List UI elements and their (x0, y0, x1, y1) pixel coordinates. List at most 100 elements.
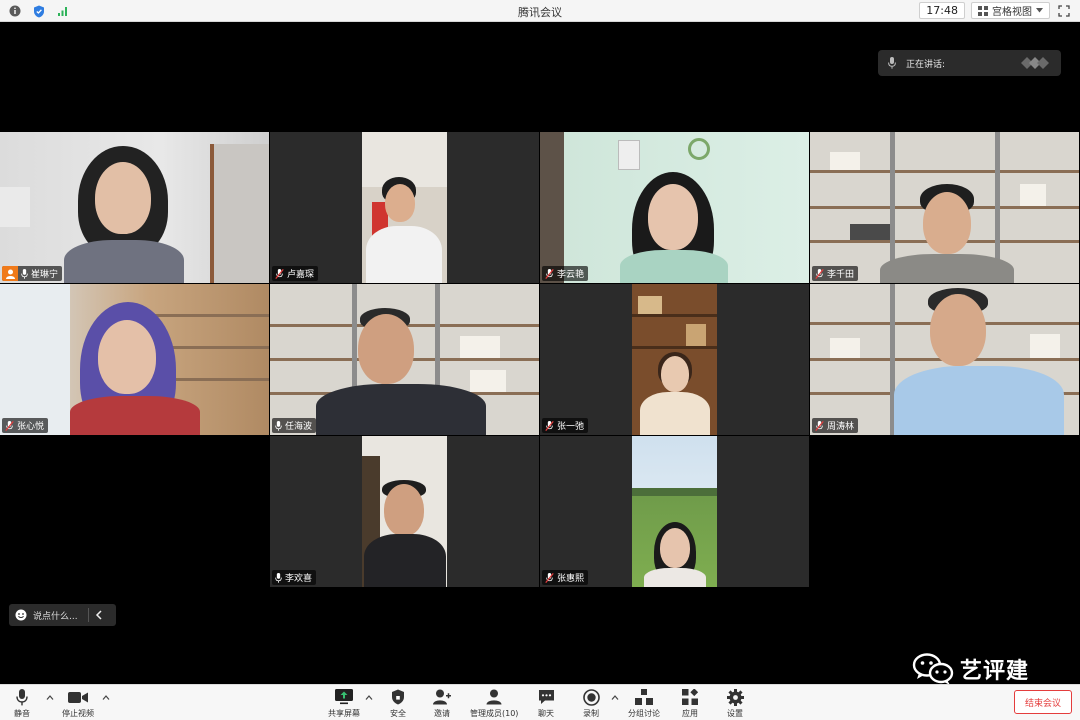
divider (87, 608, 89, 622)
record-icon (581, 688, 601, 706)
video-feed (540, 132, 809, 283)
security-button[interactable]: 安全 (388, 688, 408, 719)
chevron-left-icon[interactable] (95, 610, 103, 620)
apps-icon (680, 688, 700, 706)
meeting-toolbar: 静音 停止视频 共享屏幕 安全 邀请 管理成员(10) 聊天 录制 分组讨论 应… (0, 684, 1080, 720)
video-tile[interactable]: 崔琳宁 (0, 132, 269, 283)
chat-bubble-icon (536, 688, 556, 706)
microphone-icon (888, 57, 896, 69)
settings-label: 设置 (727, 709, 743, 718)
participant-name: 李千田 (827, 270, 855, 280)
mute-button[interactable]: 静音 (12, 688, 32, 719)
chevron-up-icon[interactable] (365, 693, 373, 701)
video-tile[interactable]: 张惠熙 (540, 436, 809, 587)
title-bar: 腾讯会议 17:48 宫格视图 (0, 0, 1080, 22)
video-feed (362, 436, 447, 587)
view-mode-label: 宫格视图 (992, 7, 1032, 18)
emoji-icon[interactable] (15, 609, 27, 621)
video-feed (0, 284, 269, 435)
participant-name-tag: 周涛林 (812, 418, 859, 433)
chevron-up-icon[interactable] (611, 693, 619, 701)
host-icon (2, 266, 18, 281)
microphone-icon (21, 268, 28, 279)
video-tile[interactable]: 李云艳 (540, 132, 809, 283)
view-mode-dropdown[interactable]: 宫格视图 (971, 2, 1050, 19)
wechat-watermark: 艺评建 (912, 652, 1029, 686)
microphone-muted-icon (5, 420, 14, 431)
security-label: 安全 (390, 709, 406, 718)
video-tile[interactable]: 李千田 (810, 132, 1079, 283)
participant-name-tag: 李千田 (812, 266, 859, 281)
microphone-muted-icon (815, 420, 824, 431)
share-screen-icon (334, 688, 354, 706)
microphone-muted-icon (545, 572, 554, 583)
breakout-rooms-button[interactable]: 分组讨论 (628, 688, 660, 719)
video-feed (810, 132, 1079, 283)
participant-name-tag: 任海波 (272, 418, 317, 433)
microphone-icon (275, 572, 282, 583)
microphone-icon (12, 688, 32, 706)
participant-name: 李欢喜 (285, 574, 313, 584)
add-user-icon (432, 688, 452, 706)
participant-name: 任海波 (285, 422, 313, 432)
record-button[interactable]: 录制 (581, 688, 601, 719)
video-camera-icon (68, 688, 88, 706)
video-feed (0, 132, 269, 283)
participant-name-tag: 张心悦 (2, 418, 49, 433)
shield-icon (388, 688, 408, 706)
grid-view-icon (978, 5, 988, 16)
participant-name: 卢嘉琛 (287, 270, 315, 280)
members-icon (484, 688, 504, 706)
video-tile[interactable]: 张一弛 (540, 284, 809, 435)
participant-name: 崔琳宁 (31, 270, 59, 280)
video-tile[interactable]: 卢嘉琛 (270, 132, 539, 283)
fullscreen-icon[interactable] (1056, 3, 1072, 19)
video-tile[interactable]: 任海波 (270, 284, 539, 435)
chat-input-pill[interactable]: 说点什么... (9, 604, 116, 626)
participant-name-tag: 李云艳 (542, 266, 589, 281)
participant-name: 张心悦 (17, 422, 45, 432)
participant-name-tag: 李欢喜 (272, 570, 317, 585)
microphone-muted-icon (815, 268, 824, 279)
chat-label: 聊天 (538, 709, 554, 718)
participant-name-tag: 张一弛 (542, 418, 589, 433)
video-feed (270, 284, 539, 435)
manage-members-label: 管理成员(10) (470, 709, 519, 718)
speaking-label: 正在讲话: (906, 59, 946, 70)
gear-icon (725, 688, 745, 706)
apps-button[interactable]: 应用 (680, 688, 700, 719)
video-tile[interactable]: 张心悦 (0, 284, 269, 435)
wechat-logo-icon (912, 653, 954, 685)
speaker-placeholder-icon (1021, 57, 1049, 69)
settings-button[interactable]: 设置 (725, 688, 745, 719)
video-tile[interactable]: 李欢喜 (270, 436, 539, 587)
end-meeting-button[interactable]: 结束会议 (1014, 690, 1072, 714)
breakout-label: 分组讨论 (628, 709, 660, 718)
participant-name: 周涛林 (827, 422, 855, 432)
video-feed (810, 284, 1079, 435)
chevron-up-icon[interactable] (46, 693, 54, 701)
chevron-down-icon (1036, 8, 1043, 13)
chat-button[interactable]: 聊天 (536, 688, 556, 719)
chat-placeholder[interactable]: 说点什么... (33, 609, 78, 622)
participant-name-tag: 张惠熙 (542, 570, 589, 585)
microphone-muted-icon (545, 268, 554, 279)
participant-name: 李云艳 (557, 270, 585, 280)
speaking-indicator: 正在讲话: (878, 50, 1061, 76)
apps-label: 应用 (682, 709, 698, 718)
participant-name: 张一弛 (557, 422, 585, 432)
video-feed (632, 284, 717, 435)
share-screen-button[interactable]: 共享屏幕 (328, 688, 360, 719)
manage-members-button[interactable]: 管理成员(10) (470, 688, 518, 719)
invite-button[interactable]: 邀请 (432, 688, 452, 719)
microphone-muted-icon (275, 268, 284, 279)
mute-label: 静音 (14, 709, 30, 718)
invite-label: 邀请 (434, 709, 450, 718)
chevron-up-icon[interactable] (102, 693, 110, 701)
participant-name-tag: 崔琳宁 (2, 266, 63, 281)
participant-name-tag: 卢嘉琛 (272, 266, 319, 281)
stop-video-button[interactable]: 停止视频 (62, 688, 94, 719)
microphone-icon (275, 420, 282, 431)
video-feed (632, 436, 717, 587)
video-tile[interactable]: 周涛林 (810, 284, 1079, 435)
